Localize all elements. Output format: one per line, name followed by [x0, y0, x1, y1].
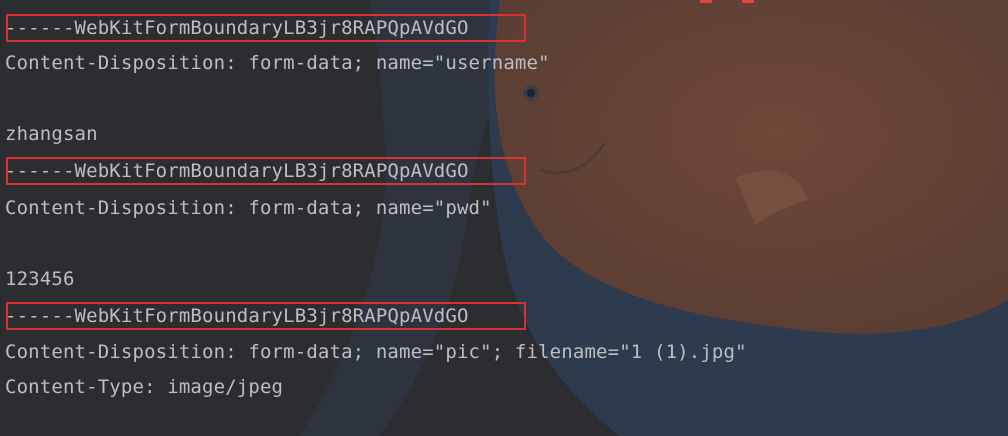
- field-value-line: 123456: [5, 268, 75, 290]
- content-type-line: Content-Type: image/jpeg: [5, 376, 284, 398]
- top-red-mark: [700, 0, 712, 3]
- boundary-line: ------WebKitFormBoundaryLB3jr8RAPQpAVdGO: [5, 160, 469, 182]
- content-disposition-line: Content-Disposition: form-data; name="us…: [5, 52, 550, 74]
- console-output: ------WebKitFormBoundaryLB3jr8RAPQpAVdGO…: [0, 0, 1008, 436]
- top-red-mark: [742, 0, 754, 3]
- content-disposition-line: Content-Disposition: form-data; name="pi…: [5, 341, 747, 363]
- field-value-line: zhangsan: [5, 123, 98, 145]
- content-disposition-line: Content-Disposition: form-data; name="pw…: [5, 197, 492, 219]
- boundary-line: ------WebKitFormBoundaryLB3jr8RAPQpAVdGO: [5, 305, 469, 327]
- boundary-line: ------WebKitFormBoundaryLB3jr8RAPQpAVdGO: [5, 17, 469, 39]
